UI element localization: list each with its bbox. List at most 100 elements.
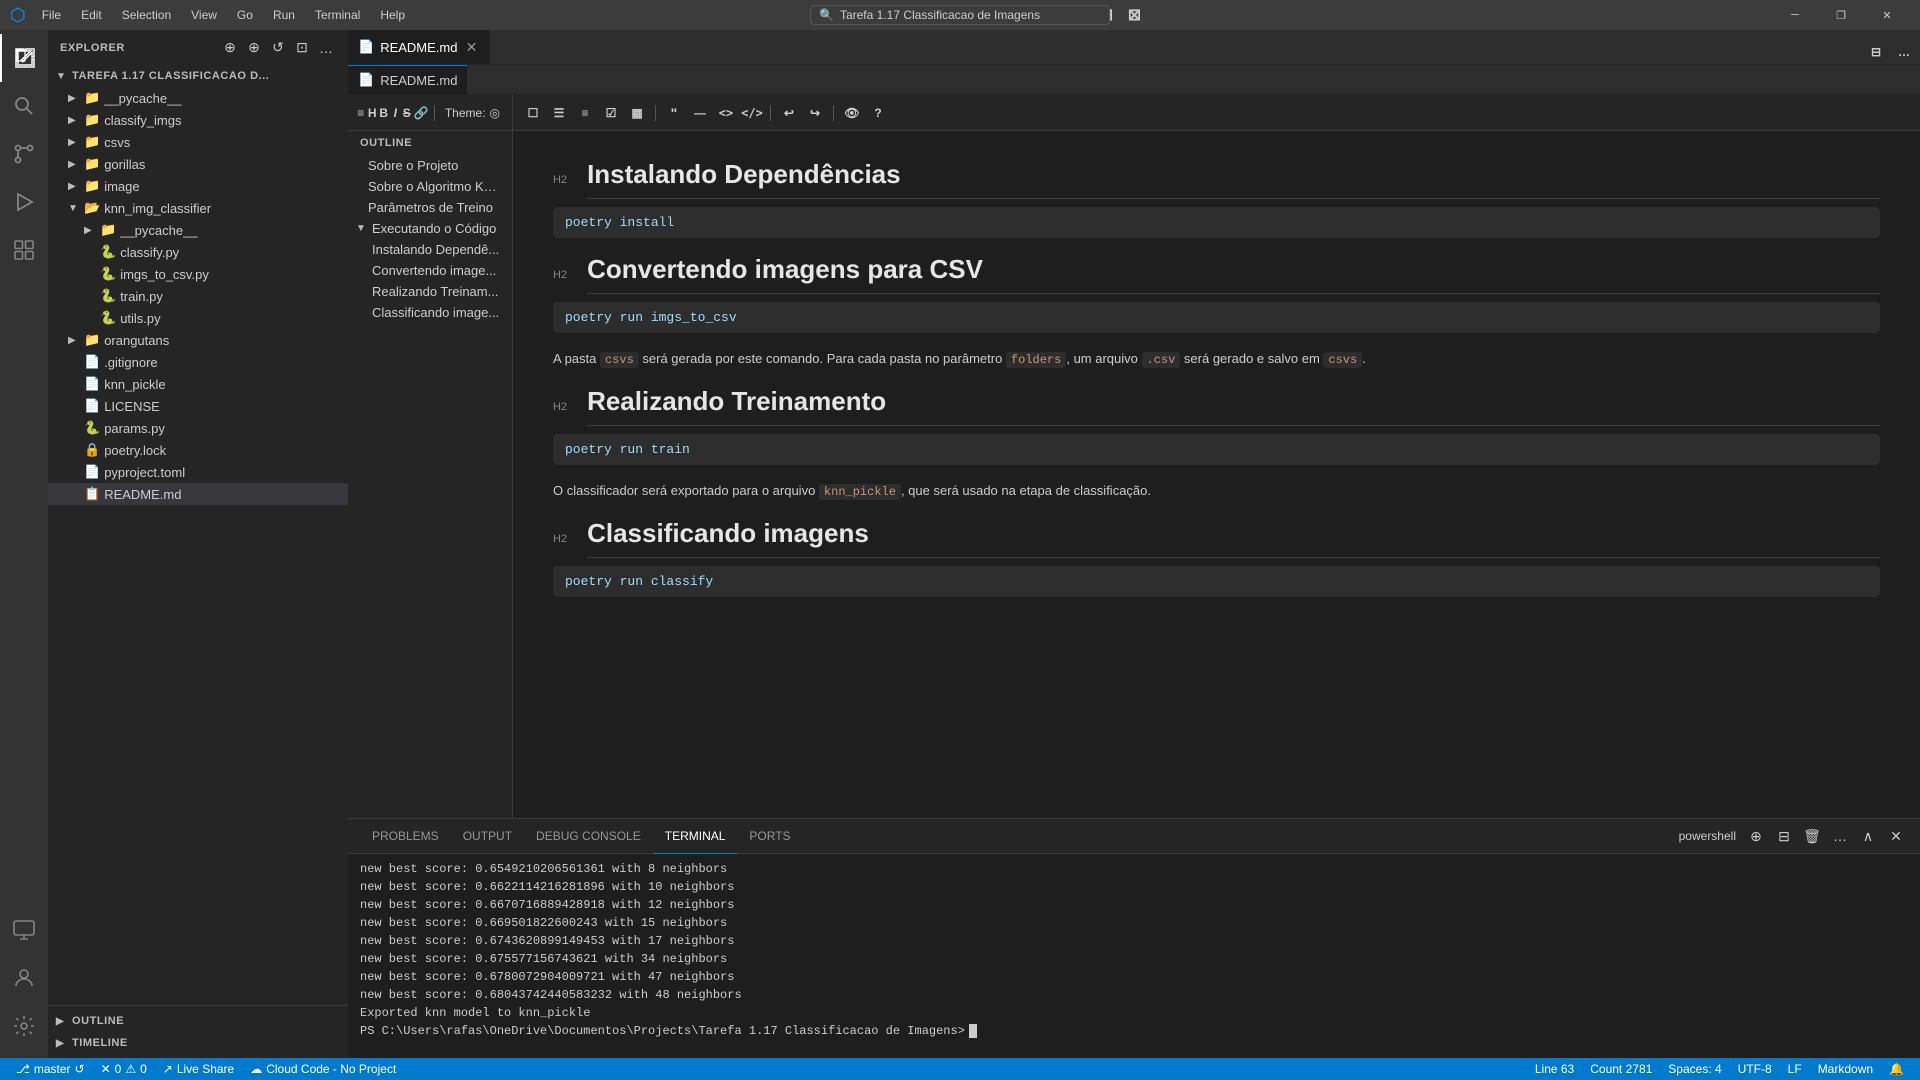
status-eol[interactable]: LF (1780, 1058, 1810, 1080)
tb-check-icon[interactable]: ☑ (599, 101, 623, 125)
status-encoding[interactable]: UTF-8 (1730, 1058, 1780, 1080)
tb-hr-icon[interactable]: — (688, 101, 712, 125)
minimize-button[interactable]: ─ (1772, 0, 1818, 30)
tb-ul-icon[interactable]: ☰ (547, 101, 571, 125)
tree-item-train-py[interactable]: 🐍 train.py (48, 285, 348, 307)
menu-run[interactable]: Run (265, 6, 303, 24)
search-activity-icon[interactable] (0, 82, 48, 130)
status-notifications[interactable]: 🔔 (1881, 1058, 1912, 1080)
menu-help[interactable]: Help (372, 6, 413, 24)
toolbar-list-icon[interactable]: ≡ (356, 101, 366, 125)
status-branch[interactable]: ⎇ master ↺ (8, 1058, 93, 1080)
maximize-button[interactable]: ❐ (1818, 0, 1864, 30)
tb-undo-icon[interactable]: ↩ (777, 101, 801, 125)
toolbar-theme-icon[interactable]: ◎ (490, 106, 500, 120)
preview-tab[interactable]: 📄 README.md (348, 65, 467, 95)
tree-item-pyproject-toml[interactable]: 📄 pyproject.toml (48, 461, 348, 483)
source-control-activity-icon[interactable] (0, 130, 48, 178)
accounts-activity-icon[interactable] (0, 954, 48, 1002)
toolbar-italic-icon[interactable]: I (391, 101, 401, 125)
outline-item-sobre-knn[interactable]: Sobre o Algoritmo KNN (348, 176, 512, 197)
toolbar-link-icon[interactable]: 🔗 (414, 101, 429, 125)
tree-item--gitignore[interactable]: 📄 .gitignore (48, 351, 348, 373)
tree-item-utils-py[interactable]: 🐍 utils.py (48, 307, 348, 329)
tree-item---pycache--[interactable]: ▶ 📁 __pycache__ (48, 87, 348, 109)
tree-item-classify-imgs[interactable]: ▶ 📁 classify_imgs (48, 109, 348, 131)
terminal-content[interactable]: new best score: 0.6549210206561361 with … (348, 854, 1920, 1058)
terminal-split-button[interactable]: ⊟ (1772, 824, 1796, 848)
status-count-info[interactable]: Count 2781 (1582, 1058, 1660, 1080)
tab-close-button[interactable]: ✕ (463, 39, 479, 55)
remote-explorer-activity-icon[interactable] (0, 906, 48, 954)
status-language[interactable]: Markdown (1810, 1058, 1881, 1080)
tb-code-block-icon[interactable]: </> (740, 101, 764, 125)
toolbar-bold-icon[interactable]: B (379, 101, 389, 125)
menu-terminal[interactable]: Terminal (307, 6, 368, 24)
tree-item---pycache--[interactable]: ▶ 📁 __pycache__ (48, 219, 348, 241)
tab-readme-md[interactable]: 📄 README.md ✕ (348, 30, 490, 64)
menu-edit[interactable]: Edit (73, 6, 110, 24)
tree-item-poetry-lock[interactable]: 🔒 poetry.lock (48, 439, 348, 461)
extensions-activity-icon[interactable] (0, 226, 48, 274)
tree-item-license[interactable]: 📄 LICENSE (48, 395, 348, 417)
tree-root-label[interactable]: ▼ TAREFA 1.17 CLASSIFICACAO D... (48, 65, 348, 87)
timeline-section-header[interactable]: ▶ TIMELINE (48, 1032, 348, 1054)
refresh-button[interactable]: ↺ (268, 38, 288, 58)
tree-item-knn-pickle[interactable]: 📄 knn_pickle (48, 373, 348, 395)
settings-activity-icon[interactable] (0, 1002, 48, 1050)
tree-item-readme-md[interactable]: 📋 README.md (48, 483, 348, 505)
tab-terminal[interactable]: TERMINAL (653, 819, 738, 854)
tree-item-csvs[interactable]: ▶ 📁 csvs (48, 131, 348, 153)
menu-selection[interactable]: Selection (114, 6, 179, 24)
tb-help-icon[interactable]: ? (866, 101, 890, 125)
status-cloud-code[interactable]: ☁ Cloud Code - No Project (242, 1058, 404, 1080)
split-editor-button[interactable]: ⊟ (1864, 40, 1888, 64)
outline-item-sobre-projeto[interactable]: Sobre o Projeto (348, 155, 512, 176)
tab-output[interactable]: OUTPUT (451, 819, 524, 854)
collapse-all-button[interactable]: ⊡ (292, 38, 312, 58)
tree-item-image[interactable]: ▶ 📁 image (48, 175, 348, 197)
tb-table-icon[interactable]: ▦ (625, 101, 649, 125)
markdown-content[interactable]: H2 Instalando Dependências poetry instal… (513, 131, 1920, 818)
toolbar-strikethrough-icon[interactable]: S (402, 101, 412, 125)
outline-item-instalando[interactable]: Instalando Dependê... (348, 239, 512, 260)
outline-section-header[interactable]: ▶ OUTLINE (48, 1010, 348, 1032)
tb-inline-code-icon[interactable]: <> (714, 101, 738, 125)
toolbar-h-icon[interactable]: H (368, 101, 378, 125)
outline-item-convertendo[interactable]: Convertendo image... (348, 260, 512, 281)
tab-debug-console[interactable]: DEBUG CONSOLE (524, 819, 653, 854)
terminal-close-button[interactable]: ✕ (1884, 824, 1908, 848)
status-indent[interactable]: Spaces: 4 (1660, 1058, 1729, 1080)
tree-item-imgs-to-csv-py[interactable]: 🐍 imgs_to_csv.py (48, 263, 348, 285)
terminal-maximize-button[interactable]: ∧ (1856, 824, 1880, 848)
outline-item-params[interactable]: Parâmetros de Treino (348, 197, 512, 218)
terminal-more-button[interactable]: … (1828, 824, 1852, 848)
tb-preview-icon[interactable]: 👁 (840, 101, 864, 125)
layout-icon-4[interactable]: ⊠ (1123, 3, 1147, 27)
terminal-add-button[interactable]: ⊕ (1744, 824, 1768, 848)
tree-item-knn-img-classifier[interactable]: ▼ 📂 knn_img_classifier (48, 197, 348, 219)
run-debug-activity-icon[interactable] (0, 178, 48, 226)
tb-redo-icon[interactable]: ↪ (803, 101, 827, 125)
tree-item-params-py[interactable]: 🐍 params.py (48, 417, 348, 439)
more-actions-button[interactable]: … (316, 38, 336, 58)
menu-view[interactable]: View (183, 6, 225, 24)
status-live-share[interactable]: ↗ Live Share (155, 1058, 242, 1080)
outline-item-realizando[interactable]: Realizando Treinam... (348, 281, 512, 302)
menu-go[interactable]: Go (229, 6, 261, 24)
tab-ports[interactable]: PORTS (737, 819, 802, 854)
status-errors[interactable]: ✕ 0 ⚠ 0 (93, 1058, 155, 1080)
status-line-info[interactable]: Line 63 (1527, 1058, 1582, 1080)
tree-item-orangutans[interactable]: ▶ 📁 orangutans (48, 329, 348, 351)
terminal-trash-button[interactable]: 🗑 (1800, 824, 1824, 848)
explorer-activity-icon[interactable] (0, 34, 48, 82)
outline-item-classificando[interactable]: Classificando image... (348, 302, 512, 323)
new-file-button[interactable]: ⊕ (220, 38, 240, 58)
close-button[interactable]: ✕ (1864, 0, 1910, 30)
new-folder-button[interactable]: ⊕ (244, 38, 264, 58)
tb-quote-icon[interactable]: " (662, 101, 686, 125)
tb-ol-icon[interactable]: ≡ (573, 101, 597, 125)
tree-item-classify-py[interactable]: 🐍 classify.py (48, 241, 348, 263)
tab-problems[interactable]: PROBLEMS (360, 819, 451, 854)
tb-view-icon[interactable]: ☐ (521, 101, 545, 125)
